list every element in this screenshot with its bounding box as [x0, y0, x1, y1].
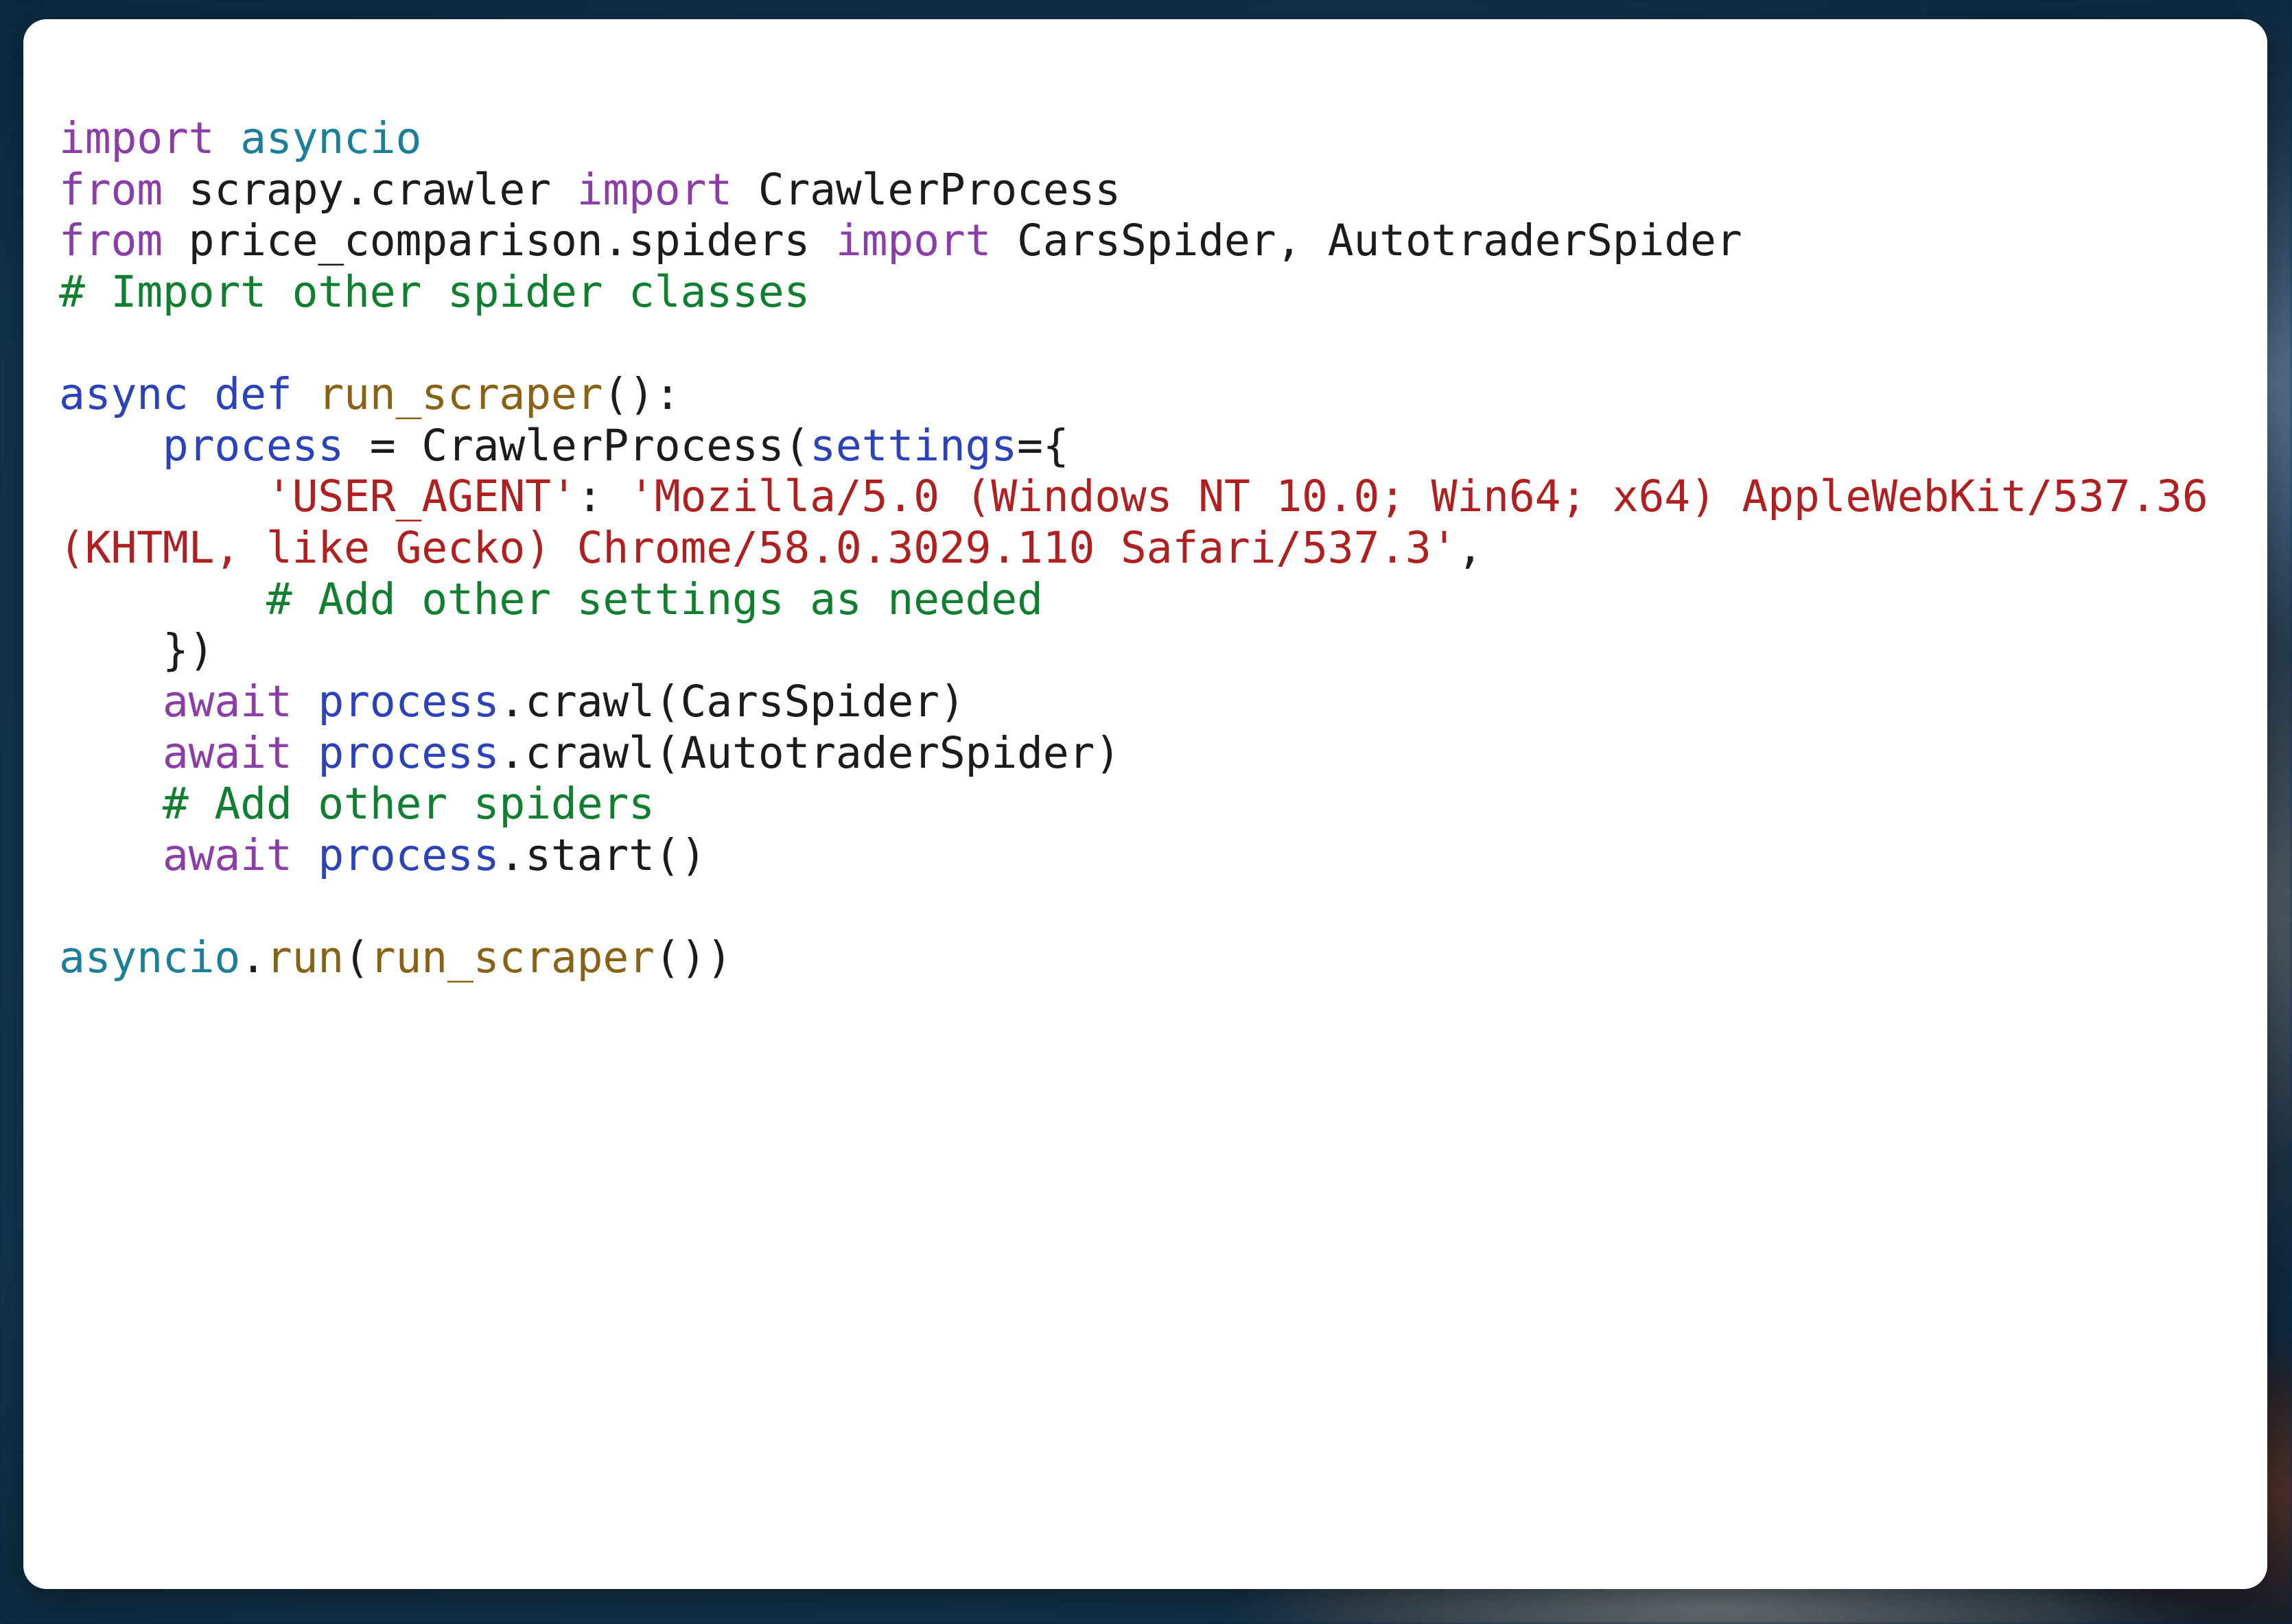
code-token-fn: run_scraper	[318, 369, 603, 420]
code-token-pln	[292, 369, 318, 419]
code-token-pln: })	[59, 625, 215, 676]
code-line: 'USER_AGENT': 'Mozilla/5.0 (Windows NT 1…	[59, 471, 2256, 574]
code-line: # Add other settings as needed	[59, 574, 2256, 626]
code-line: asyncio.run(run_scraper())	[59, 932, 2256, 984]
code-line: from price_comparison.spiders import Car…	[59, 215, 2256, 267]
code-token-kw: from	[59, 164, 163, 215]
code-token-mod: asyncio	[240, 113, 422, 163]
code-token-pln: .crawl(CarsSpider)	[499, 676, 966, 727]
code-token-kw: await	[162, 727, 292, 778]
code-token-pln	[59, 830, 163, 880]
code-line: process = CrawlerProcess(settings={	[59, 421, 2256, 472]
code-token-var: process	[318, 727, 500, 778]
code-token-kw: import	[576, 164, 733, 215]
code-token-pln: ())	[654, 932, 733, 983]
code-token-pln	[59, 728, 163, 778]
code-token-pln: price_comparison.spiders	[162, 215, 836, 266]
code-token-pln: (	[344, 932, 370, 983]
code-token-com: # Import other spider classes	[59, 266, 810, 317]
code-token-com: # Add other spiders	[162, 779, 655, 829]
code-token-pln	[292, 676, 318, 727]
code-token-pln: CrawlerProcess	[732, 164, 1121, 215]
code-token-var: settings	[810, 420, 1018, 471]
code-line: async def run_scraper():	[59, 369, 2256, 421]
code-token-kw: from	[59, 215, 163, 266]
code-line: import asyncio	[59, 113, 2256, 165]
code-token-kw: await	[162, 829, 292, 880]
code-token-var: process	[162, 420, 344, 471]
code-token-kw2: async def	[59, 369, 292, 420]
code-token-pln: .start()	[499, 829, 707, 880]
code-line: await process.start()	[59, 830, 2256, 882]
code-token-pln: .crawl(AutotraderSpider)	[499, 727, 1121, 778]
code-token-pln	[59, 676, 163, 727]
code-token-var: process	[318, 676, 500, 727]
code-token-str: 'USER_AGENT'	[266, 471, 577, 522]
code-token-pln: CarsSpider, AutotraderSpider	[991, 215, 1742, 266]
code-token-pln	[292, 728, 318, 778]
code-token-kw: import	[835, 215, 992, 266]
code-token-pln	[59, 471, 266, 521]
code-token-pln: = CrawlerProcess(	[344, 420, 810, 471]
code-token-pln	[292, 830, 318, 880]
code-line: from scrapy.crawler import CrawlerProces…	[59, 165, 2256, 216]
code-token-pln	[59, 779, 163, 829]
code-token-pln: ={	[1017, 420, 1069, 471]
code-token-fn: run_scraper	[369, 932, 655, 983]
code-token-mod: asyncio	[59, 932, 241, 983]
code-token-pln: ():	[603, 369, 681, 420]
code-snippet-card: import asyncio from scrapy.crawler impor…	[23, 19, 2267, 1589]
code-line: await process.crawl(AutotraderSpider)	[59, 728, 2256, 779]
code-token-var: process	[318, 829, 500, 880]
code-token-pln: ,	[1457, 523, 1484, 574]
code-line: # Import other spider classes	[59, 267, 2256, 318]
code-token-com: # Add other settings as needed	[266, 574, 1043, 624]
code-token-kw: await	[162, 676, 292, 727]
code-token-pln: :	[576, 471, 629, 522]
code-token-pln	[214, 113, 240, 163]
code-token-pln: .	[240, 932, 266, 983]
code-token-fn: run	[266, 932, 344, 983]
code-token-pln: scrapy.crawler	[162, 164, 577, 215]
code-token-pln	[59, 421, 163, 471]
python-code-block[interactable]: import asyncio from scrapy.crawler impor…	[59, 113, 2256, 984]
code-token-pln	[59, 574, 266, 624]
code-line: })	[59, 625, 2256, 676]
code-line: await process.crawl(CarsSpider)	[59, 676, 2256, 728]
code-token-kw: import	[59, 113, 215, 163]
code-line: # Add other spiders	[59, 779, 2256, 830]
